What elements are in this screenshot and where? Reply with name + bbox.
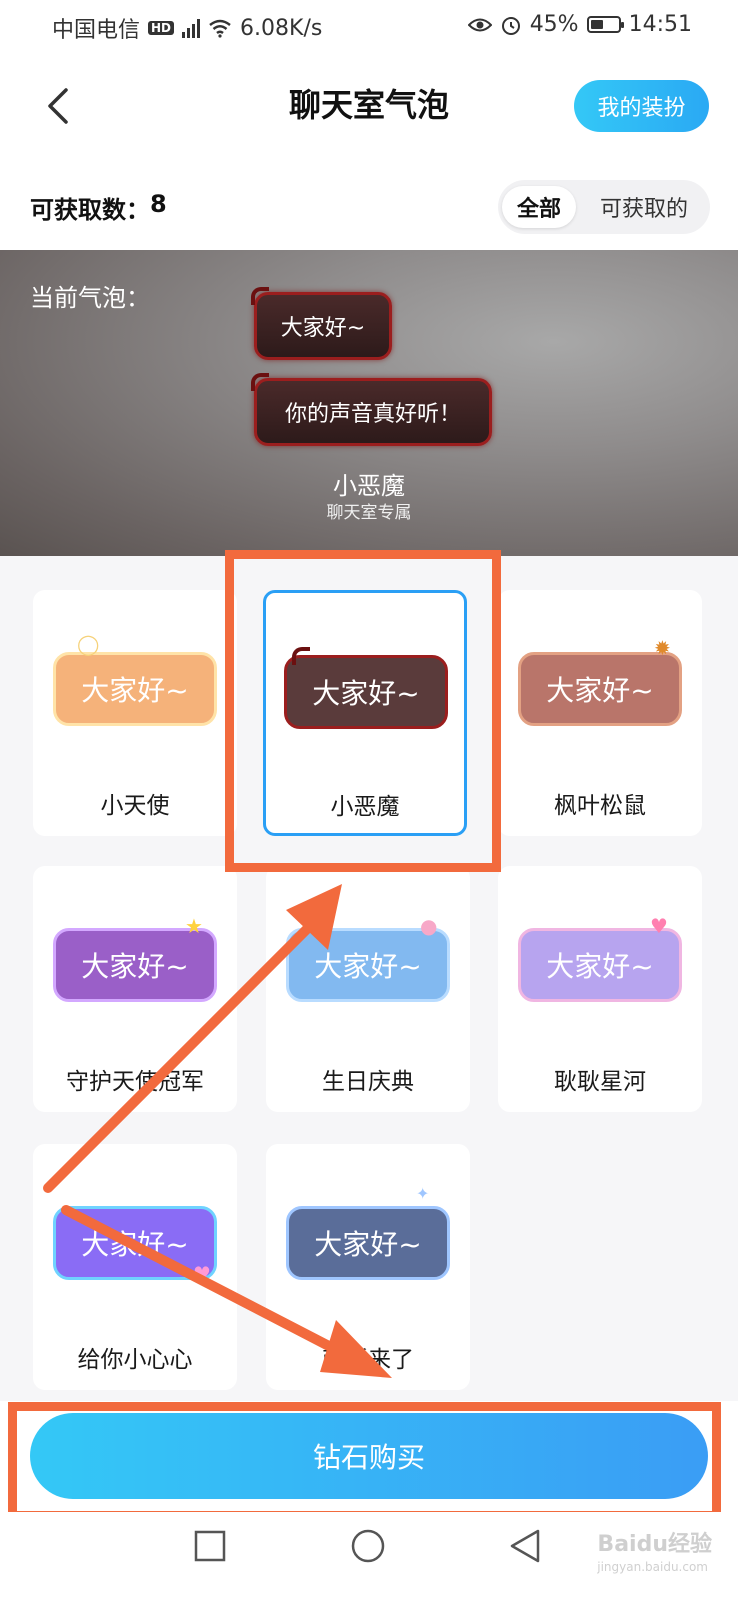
- home-icon[interactable]: [350, 1528, 386, 1564]
- recent-apps-icon[interactable]: [194, 1530, 226, 1562]
- watermark-logo: Baidu经验: [597, 1532, 712, 1557]
- back-nav-icon[interactable]: [508, 1528, 542, 1564]
- watermark-url: jingyan.baidu.com: [597, 1560, 708, 1574]
- annotation-arrows: [43, 884, 392, 1378]
